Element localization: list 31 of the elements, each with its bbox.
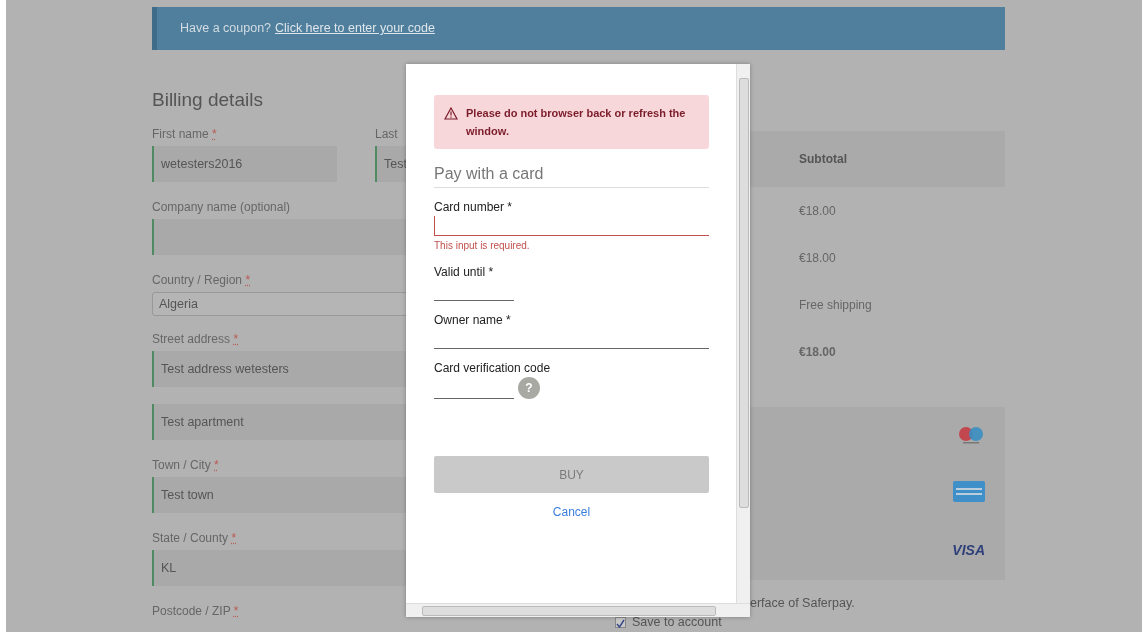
card-logo-icon <box>953 481 985 503</box>
visa-logo: VISA <box>952 541 985 561</box>
table-cell-text: €18.00 <box>798 343 837 361</box>
text-field[interactable]: wetesters2016 <box>152 146 337 182</box>
field-label: Country / Region * <box>152 272 251 288</box>
field-label: Card number * <box>434 199 514 216</box>
field-label: Last <box>375 126 398 142</box>
error-message: This input is required. <box>434 239 531 253</box>
field-label: First name * <box>152 126 217 142</box>
table-cell-text: €18.00 <box>798 202 837 220</box>
field-label: Company name (optional) <box>152 199 291 215</box>
table-cell-text: Free shipping <box>798 296 873 314</box>
field-label: Card verification code <box>434 360 552 377</box>
field-label: State / County * <box>152 530 237 546</box>
warning-icon <box>444 107 458 120</box>
coupon-link[interactable]: Click here to enter your code <box>275 19 435 38</box>
field-label: Valid until * <box>434 264 495 281</box>
section-title: Billing details <box>152 88 263 112</box>
help-button[interactable]: ? <box>518 377 540 399</box>
horizontal-scrollbar[interactable] <box>406 603 750 617</box>
field-label: Town / City * <box>152 457 219 473</box>
checkbox-label: Save to account <box>632 614 722 631</box>
payment-note: erface of Saferpay. <box>750 595 855 612</box>
form-title: Pay with a card <box>434 162 709 188</box>
card-logo-icon <box>957 425 985 444</box>
table-cell-text: €18.00 <box>798 249 837 267</box>
field-label: Postcode / ZIP * <box>152 603 239 619</box>
vertical-scrollbar[interactable] <box>736 64 750 603</box>
input-field[interactable] <box>434 216 709 236</box>
field-label: Street address * <box>152 331 239 347</box>
coupon-text: Have a coupon? <box>180 20 272 38</box>
